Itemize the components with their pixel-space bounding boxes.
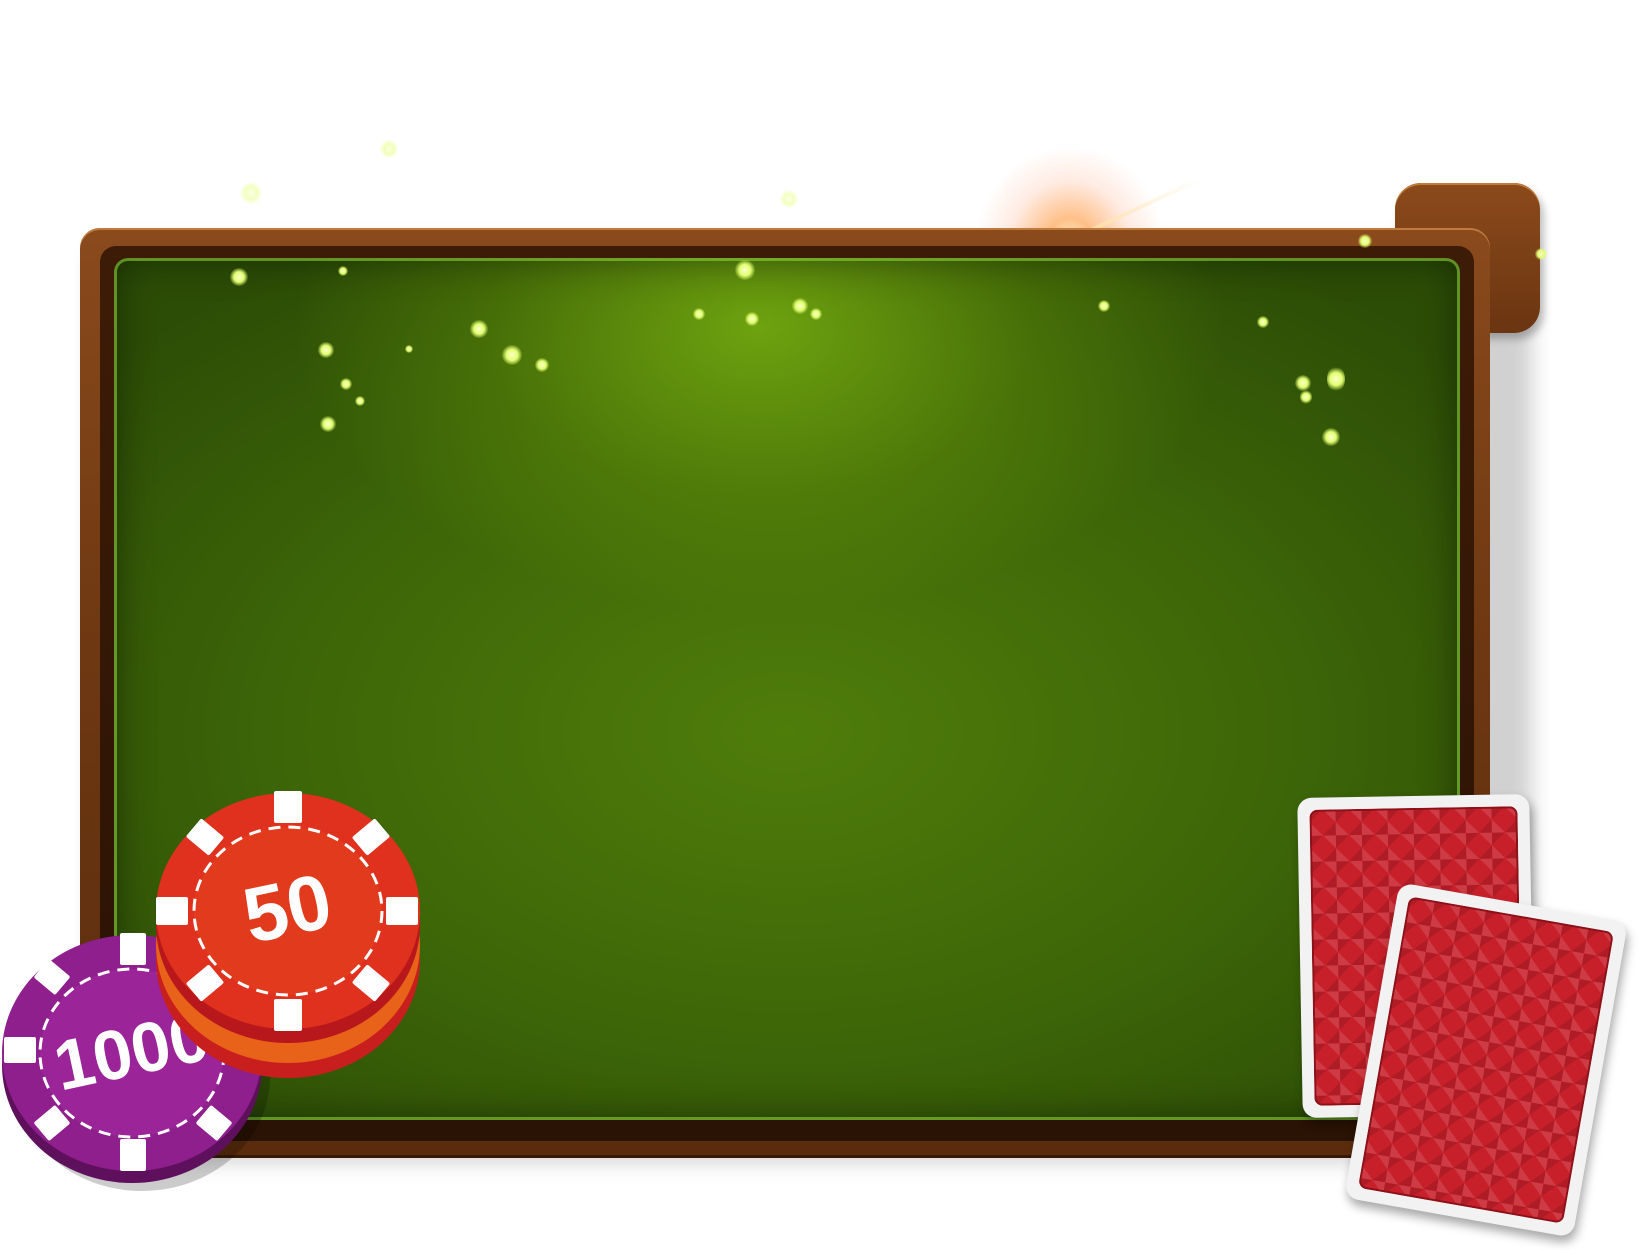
chip-value-label: 50: [236, 856, 339, 960]
sparkle: [340, 378, 352, 390]
sparkle: [318, 342, 334, 358]
sparkle: [355, 396, 365, 406]
sparkle: [1535, 248, 1547, 260]
card-back-pattern: [1357, 896, 1615, 1224]
sparkle: [535, 358, 549, 372]
sparkle: [810, 308, 822, 320]
sparkle: [780, 190, 798, 208]
sparkle: [1295, 375, 1311, 391]
sparkle: [792, 298, 808, 314]
sparkle: [338, 266, 348, 276]
poker-table-scene: 1000 50: [0, 0, 1641, 1250]
sparkle: [502, 345, 522, 365]
sparkle: [735, 260, 755, 280]
sparkle: [693, 308, 705, 320]
sparkle: [1300, 390, 1312, 404]
sparkle: [745, 312, 759, 326]
sparkle: [380, 140, 398, 158]
sparkle: [1257, 316, 1269, 328]
sparkle: [1358, 234, 1372, 248]
chip-50: 50: [156, 791, 420, 1078]
sparkle: [405, 345, 413, 353]
sparkle: [240, 182, 262, 204]
sparkle: [320, 416, 336, 432]
sparkle: [230, 268, 248, 286]
sparkle: [1322, 428, 1340, 446]
sparkle: [1098, 300, 1110, 312]
sparkle: [470, 320, 488, 338]
sparkle: [1327, 366, 1345, 392]
